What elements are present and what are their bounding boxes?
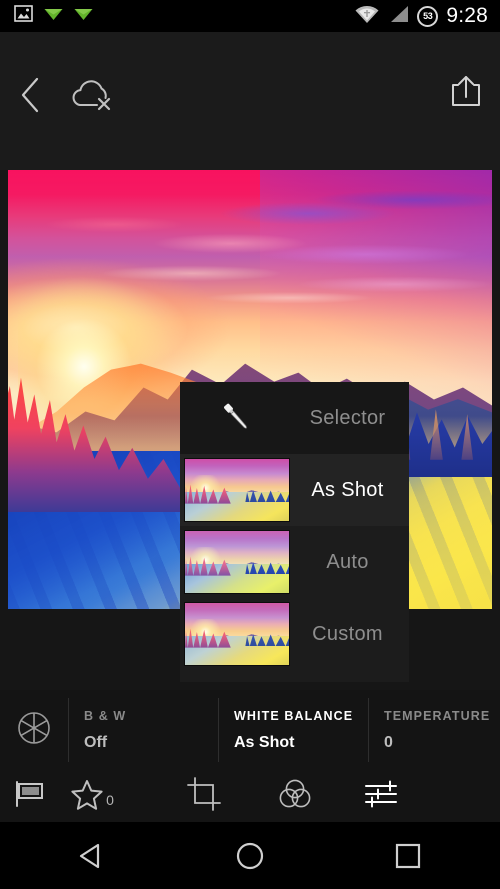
- white-balance-title: WHITE BALANCE: [234, 708, 354, 723]
- sliders-icon: [364, 779, 398, 814]
- wifi-icon: [354, 4, 380, 29]
- cloud-off-icon[interactable]: [68, 74, 120, 119]
- top-toolbar: [0, 32, 500, 170]
- temperature-title: TEMPERATURE: [384, 708, 491, 723]
- android-nav-bar: [0, 822, 500, 889]
- edit-info-panel: B & W Off WHITE BALANCE As Shot TEMPERAT…: [0, 690, 500, 770]
- divider: [368, 698, 369, 762]
- star-count: 0: [106, 791, 114, 808]
- paper-plane-icon: [44, 7, 63, 26]
- eyedropper-icon: [184, 397, 290, 439]
- wb-thumbnail: [184, 458, 290, 522]
- crop-button[interactable]: [156, 776, 252, 816]
- wb-thumbnail: [184, 602, 290, 666]
- bottom-toolbar: 0: [0, 770, 500, 822]
- adjustments-button[interactable]: [338, 779, 424, 814]
- white-balance-setting[interactable]: WHITE BALANCE As Shot: [218, 690, 368, 770]
- temperature-setting[interactable]: TEMPERATURE 0: [368, 690, 500, 770]
- divider: [68, 698, 69, 762]
- white-balance-value: As Shot: [234, 733, 295, 751]
- crop-icon: [187, 776, 221, 816]
- image-icon: [14, 5, 33, 27]
- wb-option-label: As Shot: [311, 478, 384, 501]
- white-balance-dropdown[interactable]: Selector As Shot Auto Custom: [180, 382, 409, 682]
- battery-percent: 53: [423, 11, 433, 21]
- wb-option-label: Auto: [326, 550, 369, 573]
- paper-plane-icon: [74, 7, 93, 26]
- bw-title: B & W: [84, 708, 127, 723]
- wb-option-as-shot[interactable]: As Shot: [180, 454, 409, 526]
- wb-option-label: Selector: [309, 406, 386, 429]
- bw-setting[interactable]: B & W Off: [68, 690, 218, 770]
- aperture-button[interactable]: [0, 690, 68, 770]
- status-bar-notifications: [0, 5, 93, 27]
- wb-option-label: Custom: [312, 622, 383, 645]
- color-circles-icon: [277, 778, 313, 815]
- nav-recents-button[interactable]: [384, 832, 432, 880]
- status-bar-system: 53 9:28: [354, 4, 500, 29]
- color-mix-button[interactable]: [252, 778, 338, 815]
- wb-option-selector[interactable]: Selector: [180, 382, 409, 454]
- bw-value: Off: [84, 733, 108, 751]
- divider: [218, 698, 219, 762]
- wb-option-custom[interactable]: Custom: [180, 598, 409, 670]
- battery-icon: 53: [417, 5, 439, 27]
- flag-button[interactable]: [4, 780, 56, 813]
- rating-button[interactable]: 0: [56, 778, 128, 815]
- wb-option-auto[interactable]: Auto: [180, 526, 409, 598]
- back-button[interactable]: [18, 76, 44, 119]
- status-bar-clock: 9:28: [446, 4, 488, 27]
- status-bar: 53 9:28: [0, 0, 500, 32]
- share-button[interactable]: [450, 74, 482, 113]
- flag-icon: [14, 780, 46, 813]
- wb-thumbnail: [184, 530, 290, 594]
- nav-home-button[interactable]: [226, 832, 274, 880]
- star-icon: [70, 778, 104, 815]
- temperature-value: 0: [384, 733, 393, 751]
- signal-icon: [388, 4, 409, 29]
- aperture-icon: [15, 709, 53, 752]
- nav-back-button[interactable]: [68, 832, 116, 880]
